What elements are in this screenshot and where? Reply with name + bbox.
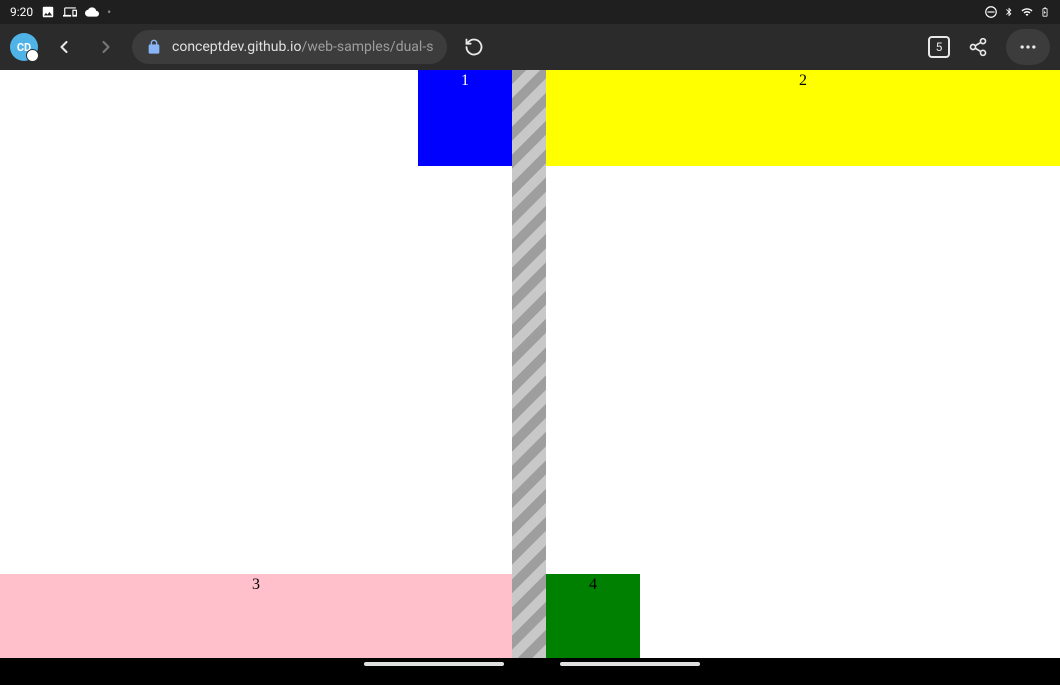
box-4: 4: [546, 574, 640, 658]
page-content: 1 2 3 4: [0, 70, 1060, 658]
dual-screen-hinge: [512, 70, 546, 658]
box-2: 2: [546, 70, 1060, 166]
gesture-bar-right[interactable]: [560, 662, 700, 666]
dnd-icon: [984, 5, 998, 19]
forward-button[interactable]: [90, 31, 122, 63]
lock-icon: [146, 39, 162, 55]
gesture-bar-left[interactable]: [364, 662, 504, 666]
profile-avatar[interactable]: CD: [10, 33, 38, 61]
share-button[interactable]: [960, 29, 996, 65]
battery-icon: [1040, 5, 1050, 19]
tab-switcher-button[interactable]: 5: [928, 36, 950, 58]
url-text: conceptdev.github.io/web-samples/dual-s: [172, 39, 433, 55]
cloud-icon: [85, 5, 99, 19]
reload-button[interactable]: [457, 30, 491, 64]
box-1: 1: [418, 70, 512, 166]
dot-indicator: •: [107, 5, 111, 19]
devices-icon: [63, 5, 77, 19]
status-time: 9:20: [10, 5, 33, 19]
address-bar[interactable]: conceptdev.github.io/web-samples/dual-s: [132, 30, 447, 64]
box-3: 3: [0, 574, 512, 658]
status-bar: 9:20 •: [0, 0, 1060, 24]
browser-toolbar: CD conceptdev.github.io/web-samples/dual…: [0, 24, 1060, 70]
bluetooth-icon: [1004, 6, 1014, 18]
page-viewport: 1 2 3 4: [0, 70, 1060, 670]
image-icon: [41, 5, 55, 19]
back-button[interactable]: [48, 31, 80, 63]
wifi-icon: [1020, 6, 1034, 18]
menu-button[interactable]: [1006, 29, 1050, 65]
